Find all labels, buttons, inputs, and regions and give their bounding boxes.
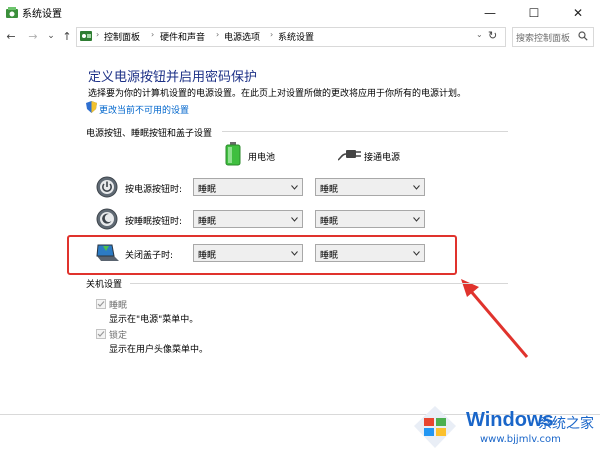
select-value: 睡眠 [320,185,339,195]
breadcrumb-separator: › [216,30,220,39]
breadcrumb-separator: › [151,30,155,39]
control-panel-icon [80,31,92,41]
address-dropdown-icon[interactable]: ⌄ [476,30,483,39]
search-icon[interactable] [578,31,588,41]
section-header-buttons: 电源按钮、睡眠按钮和盖子设置 [86,129,213,139]
sleep-checkbox-label: 睡眠 [109,301,128,311]
column-header-plugged-in: 接通电源 [364,153,401,163]
up-button[interactable]: ↑ [60,28,74,44]
select-value: 睡眠 [320,217,339,227]
page-title: 定义电源按钮并启用密码保护 [88,70,258,85]
lock-checkbox-label: 锁定 [109,331,128,341]
minimize-button[interactable]: — [468,0,512,26]
watermark-url: www.bjjmlv.com [480,434,561,445]
column-header-battery: 用电池 [248,153,276,163]
watermark-site-name: 系统之家 [538,416,594,432]
breadcrumb-separator: › [270,30,274,39]
breadcrumb-power-options[interactable]: 电源选项 [224,30,260,43]
chevron-down-icon [413,217,420,222]
sleep-button-icon [96,208,118,230]
sleep-checkbox-description: 显示在"电源"菜单中。 [109,315,199,325]
select-value: 睡眠 [198,217,217,227]
checkmark-icon [97,301,105,307]
chevron-down-icon [291,185,298,190]
power-options-app-icon [6,7,18,18]
sleep-button-label: 按睡眠按钮时: [125,217,183,227]
chevron-down-icon [413,185,420,190]
recent-locations-dropdown[interactable]: ⌄ [44,28,58,44]
page-description: 选择要为你的计算机设置的电源设置。在此页上对设置所做的更改将应用于你所有的电源计… [88,89,467,99]
breadcrumb-hardware-sound[interactable]: 硬件和声音 [160,30,205,43]
forward-button[interactable]: → [26,28,40,44]
sleep-checkbox[interactable] [96,299,106,309]
section-header-shutdown: 关机设置 [86,280,123,290]
chevron-down-icon [291,217,298,222]
select-value: 睡眠 [198,185,217,195]
close-button[interactable]: ✕ [556,0,600,26]
power-button-plugged-select[interactable]: 睡眠 [315,178,425,196]
power-button-icon [96,176,118,198]
lock-checkbox-description: 显示在用户头像菜单中。 [109,345,209,355]
section-divider [222,131,508,132]
uac-shield-icon [86,101,97,113]
power-button-battery-select[interactable]: 睡眠 [193,178,303,196]
window-title: 系统设置 [22,9,62,20]
highlight-box [67,235,457,275]
breadcrumb-separator: › [96,30,100,39]
power-button-label: 按电源按钮时: [125,185,183,195]
power-plug-icon [338,150,361,161]
sleep-button-battery-select[interactable]: 睡眠 [193,210,303,228]
back-button[interactable]: ← [4,28,18,44]
breadcrumb-system-settings[interactable]: 系统设置 [278,30,314,43]
maximize-icon: ☐ [528,6,540,20]
sleep-button-plugged-select[interactable]: 睡眠 [315,210,425,228]
lock-checkbox[interactable] [96,329,106,339]
windows-logo-icon [414,406,456,448]
change-unavailable-settings-link[interactable]: 更改当前不可用的设置 [99,103,189,116]
maximize-button[interactable]: ☐ [512,0,556,26]
annotation-arrow [461,279,529,358]
refresh-button[interactable]: ↻ [488,29,497,42]
battery-icon [225,142,241,166]
checkmark-icon [97,331,105,337]
section-divider [130,283,508,284]
search-placeholder: 搜索控制面板 [516,34,571,44]
breadcrumb-control-panel[interactable]: 控制面板 [104,30,140,43]
